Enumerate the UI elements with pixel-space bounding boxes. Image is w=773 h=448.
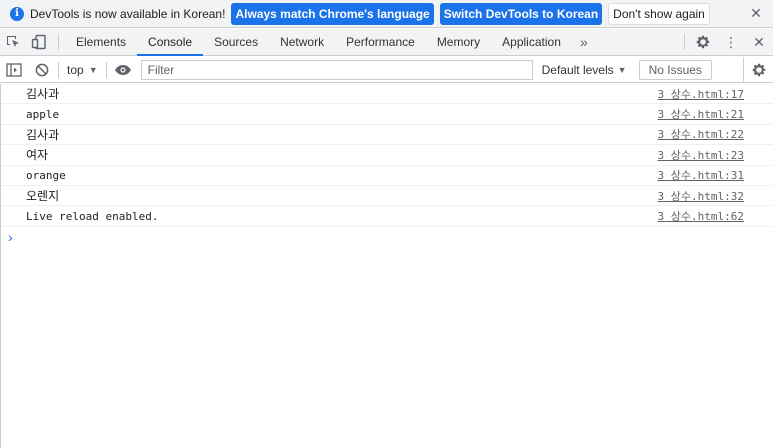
toolbar-divider bbox=[684, 34, 685, 50]
tab-memory[interactable]: Memory bbox=[426, 29, 491, 55]
toolbar-divider bbox=[58, 61, 59, 78]
toolbar-divider bbox=[58, 34, 59, 50]
source-link[interactable]: 3 상수.html:22 bbox=[658, 126, 744, 142]
message-text: apple bbox=[26, 107, 60, 121]
tab-sources[interactable]: Sources bbox=[203, 29, 269, 55]
log-levels-dropdown[interactable]: Default levels ▼ bbox=[542, 63, 627, 77]
infobar-message: DevTools is now available in Korean! bbox=[30, 6, 226, 21]
console-message: 김사과 3 상수.html:17 bbox=[0, 84, 773, 105]
console-message: 오렌지 3 상수.html:32 bbox=[0, 186, 773, 207]
tab-performance[interactable]: Performance bbox=[335, 29, 426, 55]
devtools-tabbar: Elements Console Sources Network Perform… bbox=[0, 29, 773, 56]
console-settings-gear-icon[interactable] bbox=[743, 57, 773, 83]
message-text: 오렌지 bbox=[26, 189, 60, 204]
device-toolbar-icon[interactable] bbox=[26, 29, 52, 55]
console-output: 김사과 3 상수.html:17 apple 3 상수.html:21 김사과 … bbox=[0, 84, 773, 448]
message-text: orange bbox=[26, 168, 66, 182]
panel-left-border bbox=[0, 84, 1, 448]
context-label: top bbox=[67, 62, 84, 77]
chevron-down-icon: ▼ bbox=[88, 64, 98, 75]
tab-network[interactable]: Network bbox=[269, 29, 335, 55]
always-match-language-button[interactable]: Always match Chrome's language bbox=[231, 2, 434, 25]
source-link[interactable]: 3 상수.html:23 bbox=[658, 147, 744, 163]
dont-show-again-button[interactable]: Don't show again bbox=[608, 2, 710, 25]
toolbar-divider bbox=[105, 61, 107, 78]
console-message: apple 3 상수.html:21 bbox=[0, 104, 773, 125]
filter-input[interactable] bbox=[140, 59, 533, 80]
context-selector[interactable]: top ▼ bbox=[61, 63, 104, 77]
tab-application[interactable]: Application bbox=[491, 29, 572, 55]
console-message: orange 3 상수.html:31 bbox=[0, 166, 773, 186]
message-text: 김사과 bbox=[26, 127, 60, 142]
source-link[interactable]: 3 상수.html:62 bbox=[658, 208, 744, 224]
more-options-icon[interactable]: ⋮ bbox=[717, 29, 745, 55]
console-message: 여자 3 상수.html:23 bbox=[0, 145, 773, 166]
sidebar-toggle-icon[interactable] bbox=[0, 57, 28, 83]
settings-gear-icon[interactable] bbox=[689, 29, 717, 55]
log-levels-label: Default levels bbox=[541, 62, 614, 77]
source-link[interactable]: 3 상수.html:21 bbox=[658, 106, 744, 122]
source-link[interactable]: 3 상수.html:32 bbox=[658, 188, 744, 204]
source-link[interactable]: 3 상수.html:31 bbox=[658, 167, 744, 183]
inspect-element-icon[interactable] bbox=[0, 29, 26, 55]
close-devtools-icon[interactable]: ✕ bbox=[745, 29, 773, 55]
more-tabs-icon[interactable]: » bbox=[572, 29, 596, 55]
language-infobar: i DevTools is now available in Korean! A… bbox=[0, 0, 773, 28]
clear-console-icon[interactable] bbox=[28, 57, 56, 83]
prompt-chevron-icon: › bbox=[8, 228, 13, 245]
console-prompt[interactable]: › bbox=[0, 227, 773, 247]
switch-to-korean-button[interactable]: Switch DevTools to Korean bbox=[439, 2, 603, 25]
chevron-down-icon: ▼ bbox=[617, 64, 627, 75]
console-toolbar: top ▼ Default levels ▼ No Issues bbox=[0, 57, 773, 83]
info-icon: i bbox=[10, 6, 24, 21]
console-message: 김사과 3 상수.html:22 bbox=[0, 125, 773, 146]
tabbar-right-actions: ⋮ ✕ bbox=[680, 29, 773, 55]
message-text: 여자 bbox=[26, 148, 49, 163]
source-link[interactable]: 3 상수.html:17 bbox=[658, 86, 744, 102]
issues-button[interactable]: No Issues bbox=[638, 59, 712, 80]
message-text: 김사과 bbox=[26, 87, 60, 102]
infobar-close-icon[interactable]: ✕ bbox=[747, 4, 765, 22]
tab-console[interactable]: Console bbox=[137, 29, 204, 56]
console-message: Live reload enabled. 3 상수.html:62 bbox=[0, 206, 773, 227]
tab-elements[interactable]: Elements bbox=[65, 29, 137, 55]
live-expression-eye-icon[interactable] bbox=[109, 57, 137, 83]
message-text: Live reload enabled. bbox=[26, 209, 159, 223]
